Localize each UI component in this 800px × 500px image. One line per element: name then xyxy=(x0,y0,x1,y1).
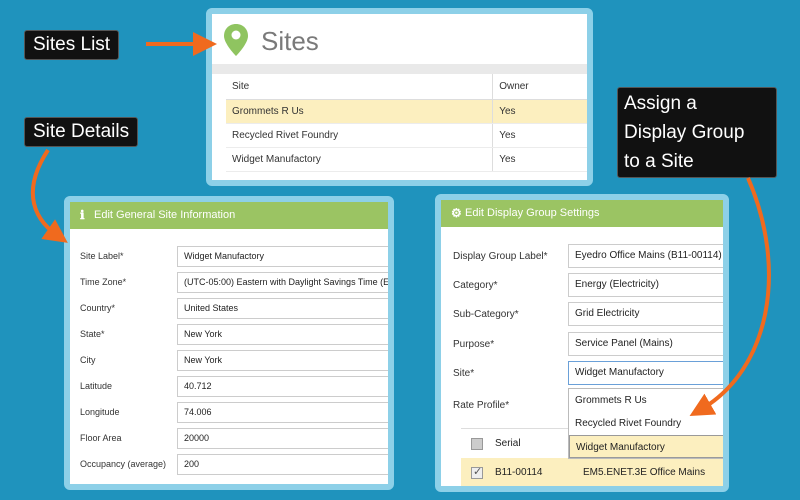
annotation-arrows xyxy=(30,32,771,416)
arrow-to-site-dropdown xyxy=(689,177,771,416)
arrow-to-site-details xyxy=(30,148,68,243)
